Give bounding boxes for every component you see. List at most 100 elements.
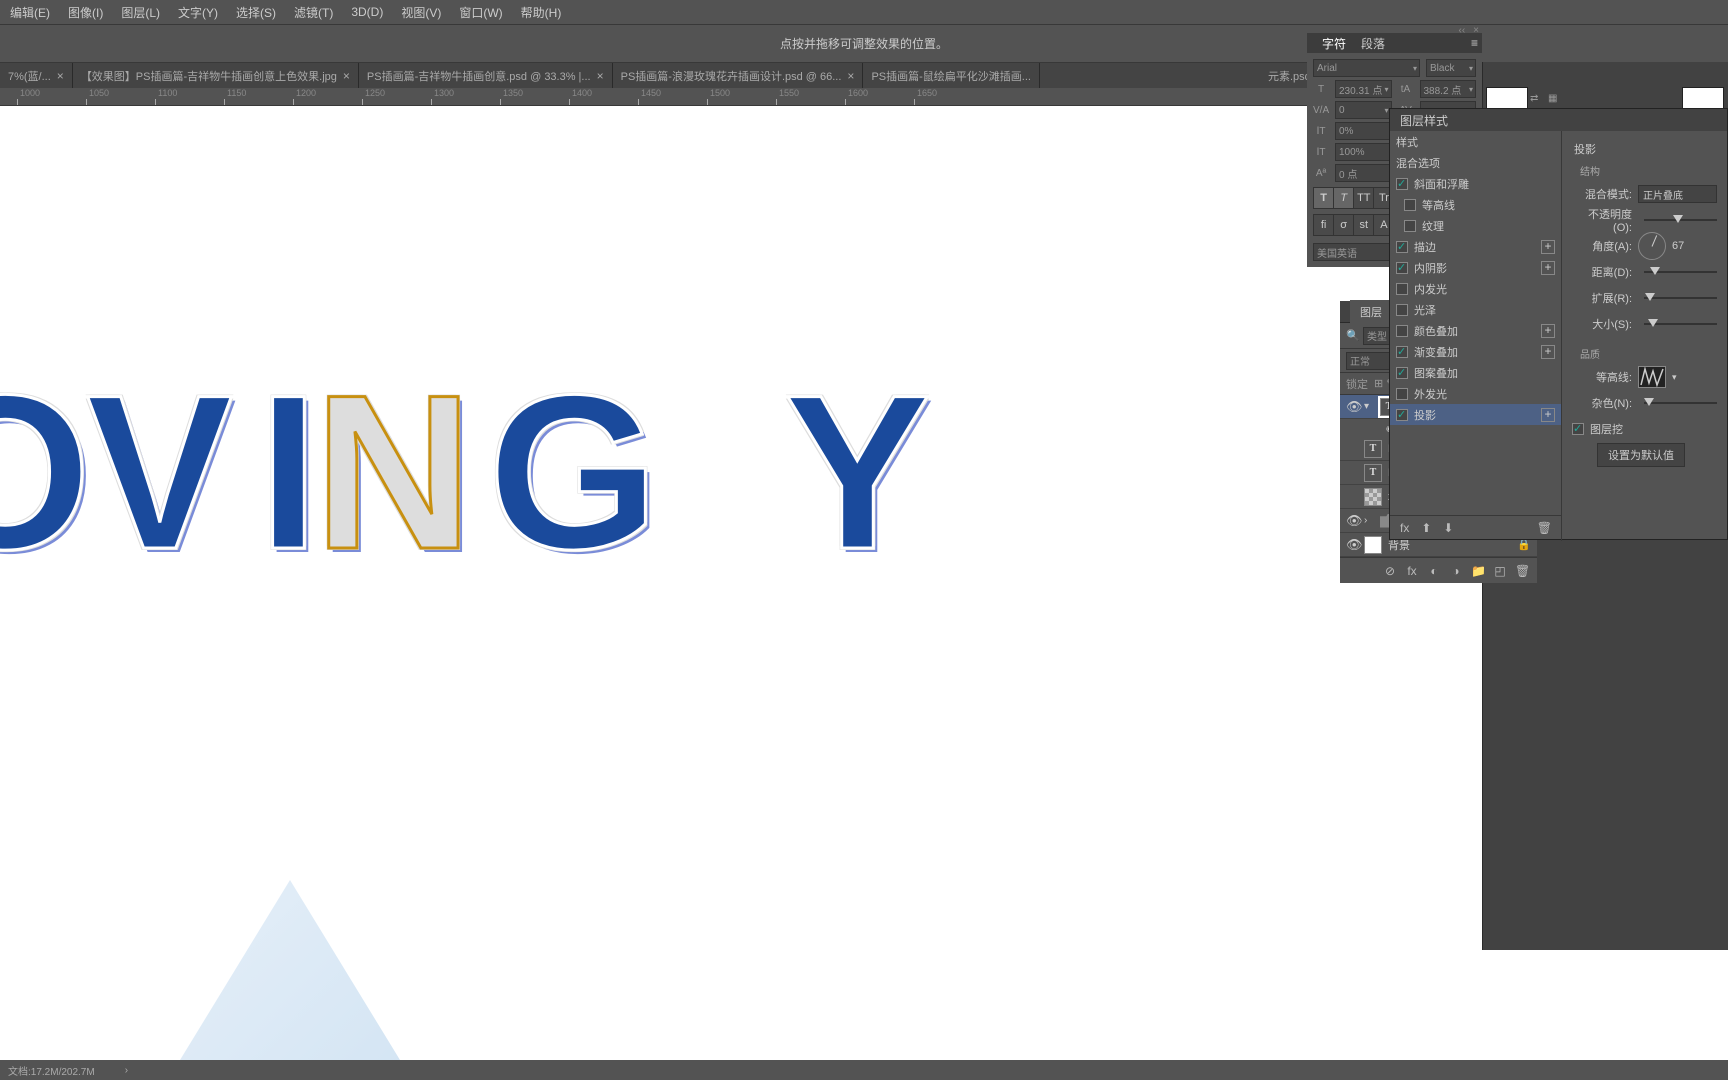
tab-character[interactable]: 字符	[1322, 35, 1346, 52]
distance-slider[interactable]	[1644, 270, 1717, 275]
search-icon[interactable]: 🔍	[1346, 329, 1360, 342]
menu-3d[interactable]: 3D(D)	[351, 5, 383, 19]
blending-options[interactable]: 混合选项	[1390, 152, 1561, 173]
tab-label: PS插画篇-浪漫玫瑰花卉插画设计.psd @ 66...	[621, 68, 842, 84]
tab-layers[interactable]: 图层	[1350, 300, 1392, 324]
doc-tab-2[interactable]: PS插画篇-吉祥物牛插画创意.psd @ 33.3% |... ×	[359, 63, 613, 88]
adjustment-icon[interactable]: ◑	[1449, 564, 1463, 578]
layer-thumb	[1364, 536, 1382, 554]
leading-input[interactable]: 388.2 点	[1420, 80, 1477, 98]
ligature-button[interactable]: fi	[1314, 215, 1334, 235]
effect-bevel[interactable]: 斜面和浮雕	[1390, 173, 1561, 194]
effect-stroke[interactable]: 描边+	[1390, 236, 1561, 257]
up-icon[interactable]: ⬆	[1421, 521, 1431, 535]
effect-pattern-overlay[interactable]: 图案叠加	[1390, 362, 1561, 383]
bold-button[interactable]: T	[1314, 188, 1334, 208]
menu-filter[interactable]: 滤镜(T)	[294, 4, 333, 21]
opacity-slider[interactable]	[1644, 218, 1717, 223]
close-icon[interactable]: ×	[343, 69, 350, 83]
menu-select[interactable]: 选择(S)	[236, 4, 276, 21]
menu-window[interactable]: 窗口(W)	[459, 4, 502, 21]
doc-tab-3[interactable]: PS插画篇-浪漫玫瑰花卉插画设计.psd @ 66... ×	[613, 63, 864, 88]
menu-image[interactable]: 图像(I)	[68, 4, 103, 21]
tab-paragraph[interactable]: 段落	[1361, 35, 1385, 52]
font-style-select[interactable]: Black	[1426, 59, 1476, 77]
close-icon[interactable]: ×	[57, 69, 64, 83]
down-icon[interactable]: ⬇	[1443, 521, 1453, 535]
blend-mode-select[interactable]: 正片叠底	[1638, 185, 1717, 203]
page-icon[interactable]: ▦	[1548, 93, 1564, 109]
tab-label: PS插画篇-吉祥物牛插画创意.psd @ 33.3% |...	[367, 68, 591, 84]
close-icon[interactable]: ×	[1473, 25, 1479, 33]
visibility-icon[interactable]: 👁	[1346, 537, 1358, 553]
doc-tab-1[interactable]: 【效果图】PS插画篇-吉祥物牛插画创意上色效果.jpg ×	[73, 63, 359, 88]
fx-button[interactable]: fx	[1400, 521, 1409, 535]
link-icon[interactable]: ⊘	[1383, 564, 1397, 578]
tab-label: 【效果图】PS插画篇-吉祥物牛插画创意上色效果.jpg	[81, 68, 337, 84]
discretionary-button[interactable]: st	[1354, 215, 1374, 235]
fx-icon[interactable]: fx	[1405, 564, 1419, 578]
effect-contour[interactable]: 等高线	[1390, 194, 1561, 215]
doc-tab-4[interactable]: PS插画篇-鼠绘扁平化沙滩插画...	[863, 63, 1040, 88]
dialog-title: 图层样式	[1390, 109, 1727, 131]
lock-label: 锁定	[1346, 376, 1368, 392]
section-title: 投影	[1572, 141, 1717, 157]
effect-inner-glow[interactable]: 内发光	[1390, 278, 1561, 299]
size-slider[interactable]	[1644, 322, 1717, 327]
angle-value: 67	[1672, 240, 1684, 252]
contour-picker[interactable]	[1638, 366, 1666, 388]
kerning-input[interactable]: 0	[1335, 101, 1392, 119]
effects-list: 样式 混合选项 斜面和浮雕 等高线 纹理 描边+ 内阴影+ 内发光 光泽	[1390, 131, 1562, 541]
effect-outer-glow[interactable]: 外发光	[1390, 383, 1561, 404]
group-icon[interactable]: 📁	[1471, 564, 1485, 578]
close-icon[interactable]: ×	[597, 69, 604, 83]
minimize-icon[interactable]: ‹‹	[1458, 25, 1465, 33]
mask-icon[interactable]: ◐	[1427, 564, 1441, 578]
make-default-button[interactable]: 设置为默认值	[1597, 443, 1685, 467]
swap-icon[interactable]: ⇄	[1530, 93, 1546, 109]
expand-icon[interactable]: ›	[1364, 515, 1374, 526]
text-layer-icon: T	[1364, 464, 1382, 482]
panel-menu-icon[interactable]: ≡	[1471, 36, 1478, 50]
menu-help[interactable]: 帮助(H)	[521, 4, 562, 21]
font-size-input[interactable]: 230.31 点	[1335, 80, 1392, 98]
effect-settings: 投影 结构 混合模式: 正片叠底 不透明度(O): 角度(A): 67 距离(D	[1562, 131, 1727, 541]
effect-gradient-overlay[interactable]: 渐变叠加+	[1390, 341, 1561, 362]
styles-header[interactable]: 样式	[1390, 131, 1561, 152]
allcaps-button[interactable]: TT	[1354, 188, 1374, 208]
expand-icon[interactable]: ▾	[1364, 401, 1374, 412]
doc-size: 文档:17.2M/202.7M	[8, 1063, 95, 1078]
menu-layer[interactable]: 图层(L)	[121, 4, 160, 21]
tab-label: 7%(蓝/...	[8, 68, 51, 84]
menu-bar: 编辑(E) 图像(I) 图层(L) 文字(Y) 选择(S) 滤镜(T) 3D(D…	[0, 0, 1728, 25]
effect-drop-shadow[interactable]: 投影+	[1390, 404, 1561, 425]
close-icon[interactable]: ×	[847, 69, 854, 83]
knockout-checkbox[interactable]	[1572, 423, 1584, 435]
italic-button[interactable]: T	[1334, 188, 1354, 208]
menu-type[interactable]: 文字(Y)	[178, 4, 218, 21]
font-family-select[interactable]: Arial	[1313, 59, 1420, 77]
options-hint: 点按并拖移可调整效果的位置。	[780, 35, 948, 52]
text-layer-icon: T	[1364, 440, 1382, 458]
menu-edit[interactable]: 编辑(E)	[10, 4, 50, 21]
menu-view[interactable]: 视图(V)	[401, 4, 441, 21]
effect-inner-shadow[interactable]: 内阴影+	[1390, 257, 1561, 278]
contextual-button[interactable]: σ	[1334, 215, 1354, 235]
effect-color-overlay[interactable]: 颜色叠加+	[1390, 320, 1561, 341]
baseline-icon: Aª	[1313, 168, 1329, 179]
visibility-icon[interactable]: 👁	[1346, 399, 1358, 415]
spread-slider[interactable]	[1644, 296, 1717, 301]
new-layer-icon[interactable]: ◰	[1493, 564, 1507, 578]
status-bar: 文档:17.2M/202.7M ›	[0, 1060, 1728, 1080]
delete-icon[interactable]: 🗑	[1515, 564, 1529, 578]
tab-label: PS插画篇-鼠绘扁平化沙滩插画...	[871, 68, 1031, 84]
angle-dial[interactable]	[1638, 232, 1666, 260]
trash-icon[interactable]: 🗑	[1537, 521, 1552, 535]
visibility-icon[interactable]: 👁	[1346, 513, 1358, 529]
doc-tab-0[interactable]: 7%(蓝/... ×	[0, 63, 73, 88]
triangle-shape	[180, 880, 400, 1060]
noise-slider[interactable]	[1644, 401, 1717, 406]
effect-texture[interactable]: 纹理	[1390, 215, 1561, 236]
status-arrow-icon[interactable]: ›	[125, 1065, 128, 1076]
effect-satin[interactable]: 光泽	[1390, 299, 1561, 320]
